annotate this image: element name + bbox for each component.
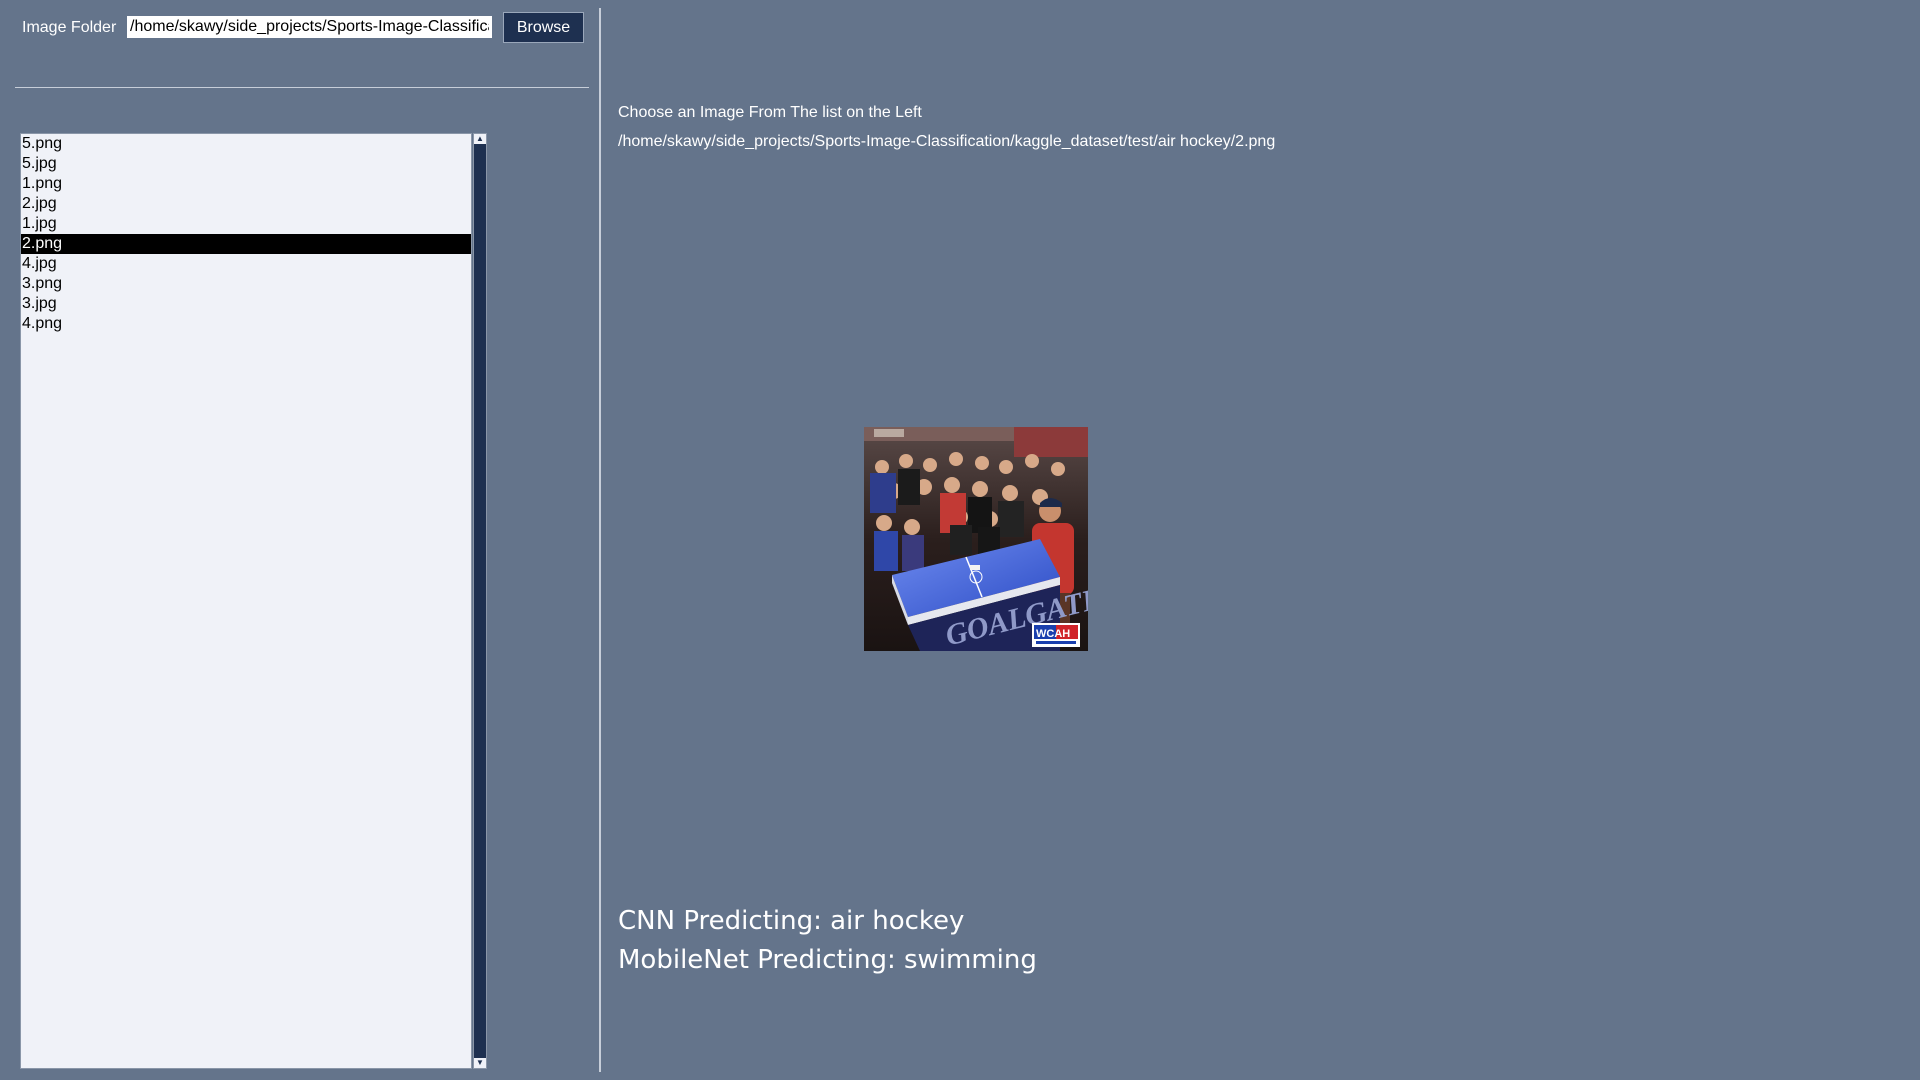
browse-button[interactable]: Browse [503,12,584,43]
pane-divider[interactable] [599,8,601,1072]
selected-image-path: /home/skawy/side_projects/Sports-Image-C… [618,133,1276,150]
image-preview: GOALGATE WCAH [864,427,1088,651]
mobilenet-prediction: MobileNet Predicting: swimming [618,945,1037,975]
air-hockey-photo: GOALGATE WCAH [864,427,1088,651]
file-list-item[interactable]: 4.jpg [21,254,471,274]
file-list-item[interactable]: 3.jpg [21,294,471,314]
file-list-scrollbar[interactable]: ▲ ▼ [473,133,487,1069]
scroll-down-arrow-icon[interactable]: ▼ [474,1058,486,1068]
scroll-up-arrow-icon[interactable]: ▲ [474,134,486,144]
file-list-item[interactable]: 1.jpg [21,214,471,234]
preview-watermark: WCAH [1036,628,1070,640]
file-list-item[interactable]: 5.jpg [21,154,471,174]
file-list-item[interactable]: 2.jpg [21,194,471,214]
image-folder-label: Image Folder [22,19,117,36]
horizontal-separator [15,87,589,88]
file-list-item[interactable]: 1.png [21,174,471,194]
file-list-item[interactable]: 5.png [21,134,471,154]
image-folder-input[interactable] [127,16,492,38]
file-listbox[interactable]: 5.png 5.jpg 1.png 2.jpg 1.jpg 2.png 4.jpg 3.png… [20,133,472,1069]
cnn-prediction: CNN Predicting: air hockey [618,906,965,936]
image-classifier-window: Image Folder Browse 5.png5.jpg1.png2.jpg… [0,0,1920,1080]
instruction-text: Choose an Image From The list on the Lef… [618,104,922,121]
file-list-item[interactable]: 2.png [21,234,471,254]
file-list-item[interactable]: 4.png [21,314,471,334]
file-list-item[interactable]: 3.png [21,274,471,294]
